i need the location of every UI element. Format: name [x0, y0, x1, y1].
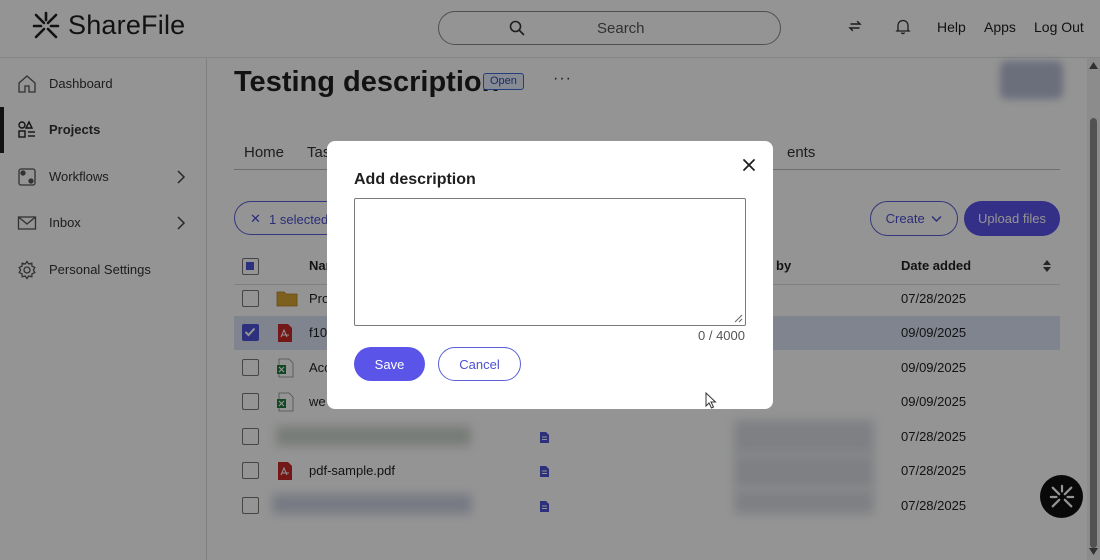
description-textarea[interactable]: [354, 198, 746, 326]
mouse-cursor-icon: [705, 392, 717, 409]
resize-handle-icon[interactable]: [734, 314, 743, 323]
cancel-button[interactable]: Cancel: [438, 347, 521, 381]
close-icon[interactable]: [739, 155, 759, 175]
save-button[interactable]: Save: [354, 347, 425, 381]
character-counter: 0 / 4000: [698, 328, 745, 343]
add-description-dialog: Add description 0 / 4000 Save Cancel: [327, 141, 773, 409]
dialog-title: Add description: [354, 171, 476, 188]
